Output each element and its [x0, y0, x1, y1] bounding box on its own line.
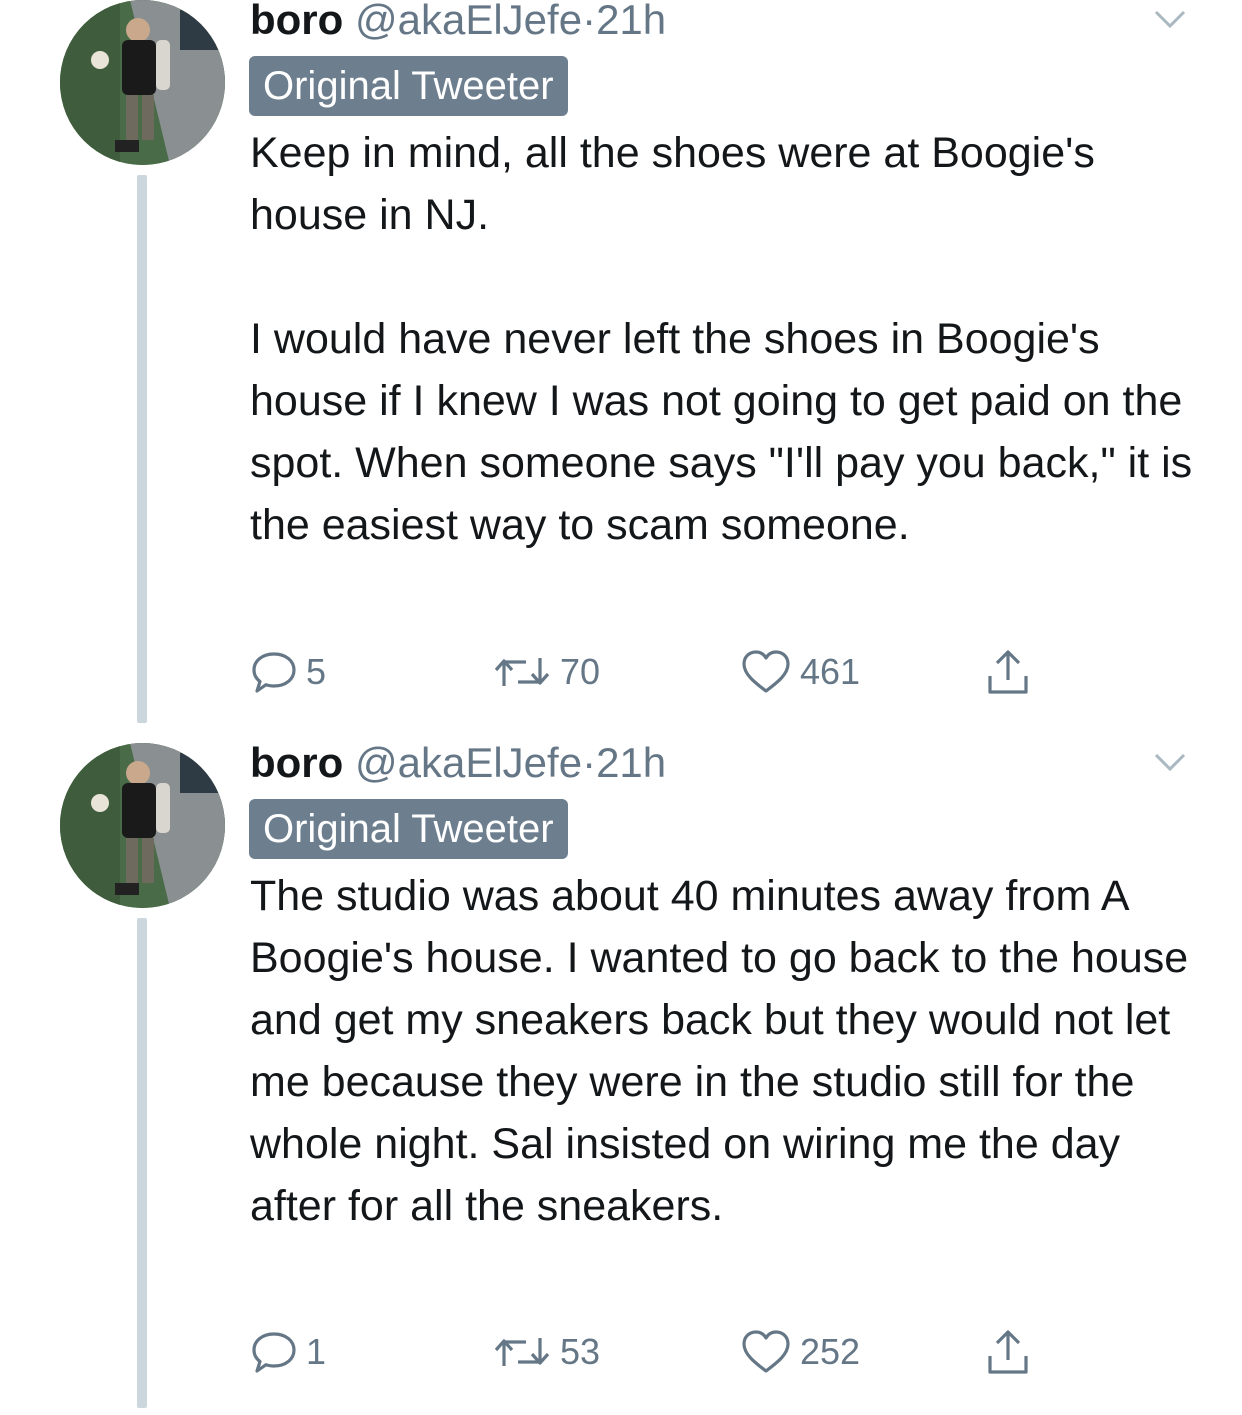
retweet-count: 70	[560, 651, 601, 692]
display-name[interactable]: boro	[250, 0, 343, 43]
tweet-actions: 5 70 461	[250, 642, 1150, 702]
reply-count: 5	[306, 651, 327, 692]
like-button[interactable]: 252	[740, 1322, 860, 1382]
share-icon	[988, 1330, 1028, 1374]
share-button[interactable]	[984, 642, 1032, 702]
reply-icon	[252, 652, 296, 693]
reply-button[interactable]: 5	[250, 642, 326, 702]
avatar[interactable]	[60, 743, 225, 908]
avatar-photo	[60, 0, 225, 165]
like-count: 461	[800, 651, 861, 692]
tweet-paragraph: The studio was about 40 minutes away fro…	[250, 872, 1189, 1230]
tweet[interactable]: boro @akaElJefe·21h Original Tweeter The…	[0, 739, 1242, 1415]
chevron-down-icon[interactable]	[1150, 4, 1190, 34]
separator-dot: ·	[582, 0, 597, 43]
avatar[interactable]	[60, 0, 225, 165]
tweet-text: The studio was about 40 minutes away fro…	[250, 865, 1210, 1237]
tweet-paragraph: Keep in mind, all the shoes were at Boog…	[250, 129, 1095, 239]
chevron-down-icon[interactable]	[1150, 747, 1190, 777]
thread-line	[137, 918, 147, 1408]
like-count: 252	[800, 1331, 861, 1372]
reply-icon	[252, 1332, 296, 1373]
share-button[interactable]	[984, 1322, 1032, 1382]
username[interactable]: @akaElJefe	[355, 739, 582, 786]
tweet-header: boro @akaElJefe·21h	[250, 737, 666, 789]
original-tweeter-badge: Original Tweeter	[249, 56, 568, 116]
share-icon	[988, 650, 1028, 694]
like-button[interactable]: 461	[740, 642, 860, 702]
retweet-count: 53	[560, 1331, 601, 1372]
tweet-actions: 1 53 252	[250, 1322, 1150, 1382]
timestamp[interactable]: 21h	[596, 0, 666, 43]
heart-icon	[742, 1330, 790, 1373]
username[interactable]: @akaElJefe	[355, 0, 582, 43]
separator-dot: ·	[582, 739, 597, 786]
retweet-button[interactable]: 53	[492, 1322, 600, 1382]
timestamp[interactable]: 21h	[596, 739, 666, 786]
heart-icon	[742, 650, 790, 693]
retweet-icon	[494, 1338, 550, 1366]
reply-count: 1	[306, 1331, 327, 1372]
retweet-icon	[494, 658, 550, 686]
retweet-button[interactable]: 70	[492, 642, 600, 702]
tweet-header: boro @akaElJefe·21h	[250, 0, 666, 46]
avatar-photo	[60, 743, 225, 908]
thread-line	[137, 175, 147, 723]
original-tweeter-badge: Original Tweeter	[249, 799, 568, 859]
tweet-paragraph: I would have never left the shoes in Boo…	[250, 315, 1193, 549]
tweet-text: Keep in mind, all the shoes were at Boog…	[250, 122, 1210, 556]
display-name[interactable]: boro	[250, 739, 343, 786]
reply-button[interactable]: 1	[250, 1322, 326, 1382]
tweet[interactable]: boro @akaElJefe·21h Original Tweeter Kee…	[0, 0, 1242, 725]
